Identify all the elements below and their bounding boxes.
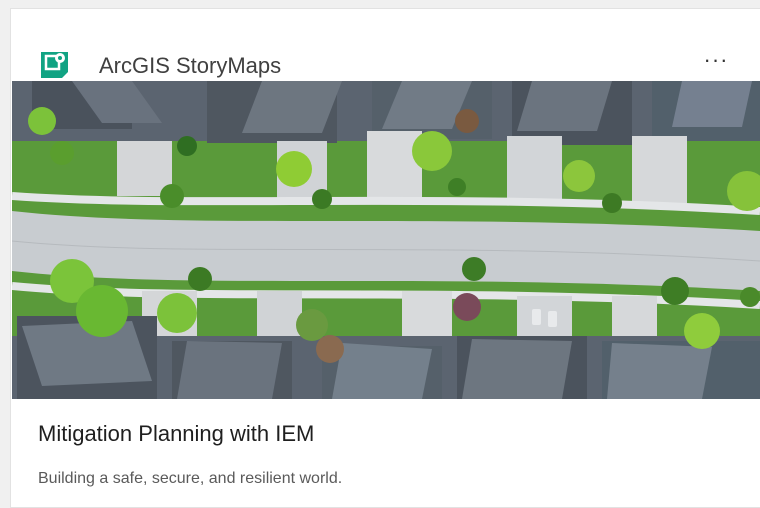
story-card[interactable]: ArcGIS StoryMaps ··· Mitigation Planning…: [10, 8, 760, 508]
app-name: ArcGIS StoryMaps: [99, 53, 282, 78]
aerial-neighborhood-illustration: [12, 81, 760, 399]
more-options-button[interactable]: ···: [698, 49, 734, 75]
story-title[interactable]: Mitigation Planning with IEM: [38, 421, 314, 447]
storymaps-logo-icon: [41, 52, 68, 78]
card-header: ArcGIS StoryMaps ···: [11, 9, 760, 81]
story-description: Building a safe, secure, and resilient w…: [38, 470, 343, 487]
hero-image[interactable]: [12, 81, 760, 399]
